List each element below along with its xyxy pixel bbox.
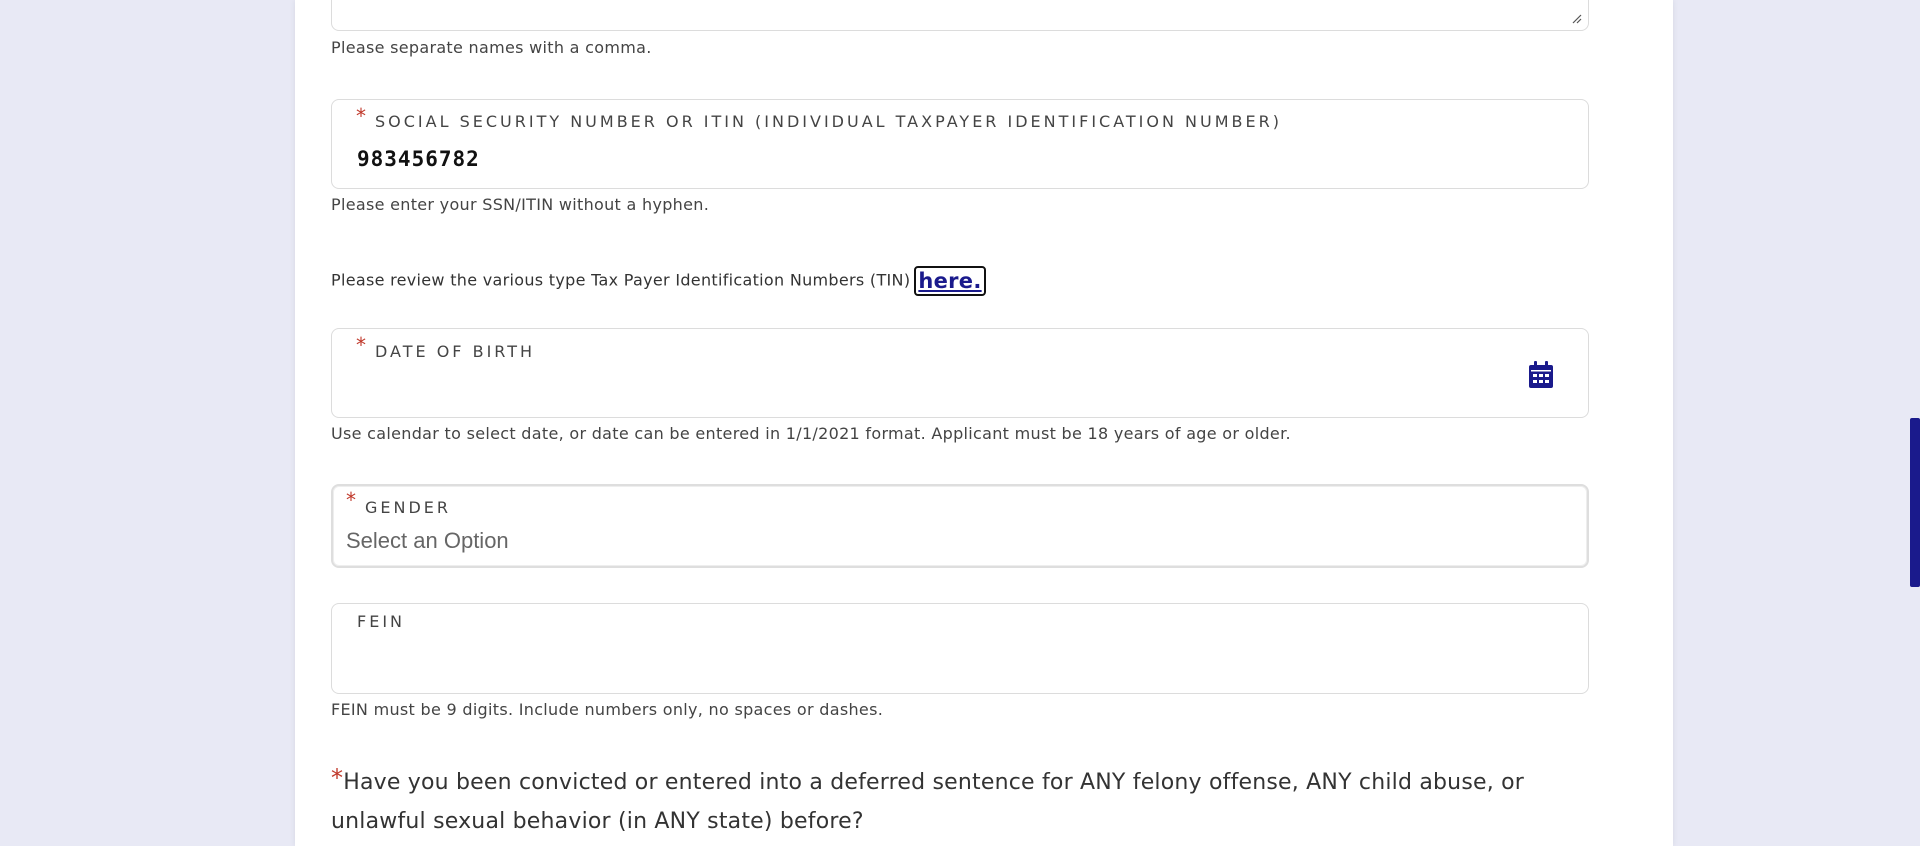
ssn-label: SOCIAL SECURITY NUMBER OR ITIN (INDIVIDU… xyxy=(375,112,1282,131)
date-of-birth-help-text: Use calendar to select date, or date can… xyxy=(331,424,1291,443)
date-of-birth-field[interactable]: * DATE OF BIRTH xyxy=(331,328,1589,418)
ssn-field[interactable]: * SOCIAL SECURITY NUMBER OR ITIN (INDIVI… xyxy=(331,99,1589,189)
tin-review-text: Please review the various type Tax Payer… xyxy=(331,270,911,290)
gender-selected-value[interactable]: Select an Option xyxy=(346,528,509,554)
date-of-birth-label: DATE OF BIRTH xyxy=(375,342,536,361)
calendar-icon[interactable] xyxy=(1528,361,1554,389)
felony-question-text: Have you been convicted or entered into … xyxy=(331,770,1525,834)
tin-review-line: Please review the various type Tax Payer… xyxy=(331,266,986,296)
names-textarea[interactable] xyxy=(331,0,1589,31)
names-help-text: Please separate names with a comma. xyxy=(331,38,652,57)
gender-select[interactable]: * GENDER Select an Option xyxy=(331,484,1589,568)
ssn-input[interactable]: 983456782 xyxy=(357,147,480,171)
required-marker: * xyxy=(356,104,366,128)
felony-question: *Have you been convicted or entered into… xyxy=(331,763,1589,841)
resize-handle-icon[interactable] xyxy=(1570,12,1582,24)
ssn-help-text: Please enter your SSN/ITIN without a hyp… xyxy=(331,195,710,214)
fein-field[interactable]: FEIN xyxy=(331,603,1589,694)
required-marker: * xyxy=(331,764,344,792)
fein-label: FEIN xyxy=(357,612,405,631)
fein-help-text: FEIN must be 9 digits. Include numbers o… xyxy=(331,700,884,719)
required-marker: * xyxy=(346,488,356,512)
required-marker: * xyxy=(356,333,366,357)
scrollbar-thumb[interactable] xyxy=(1910,418,1920,587)
gender-label: GENDER xyxy=(365,498,452,517)
tin-review-link[interactable]: here. xyxy=(914,266,986,296)
